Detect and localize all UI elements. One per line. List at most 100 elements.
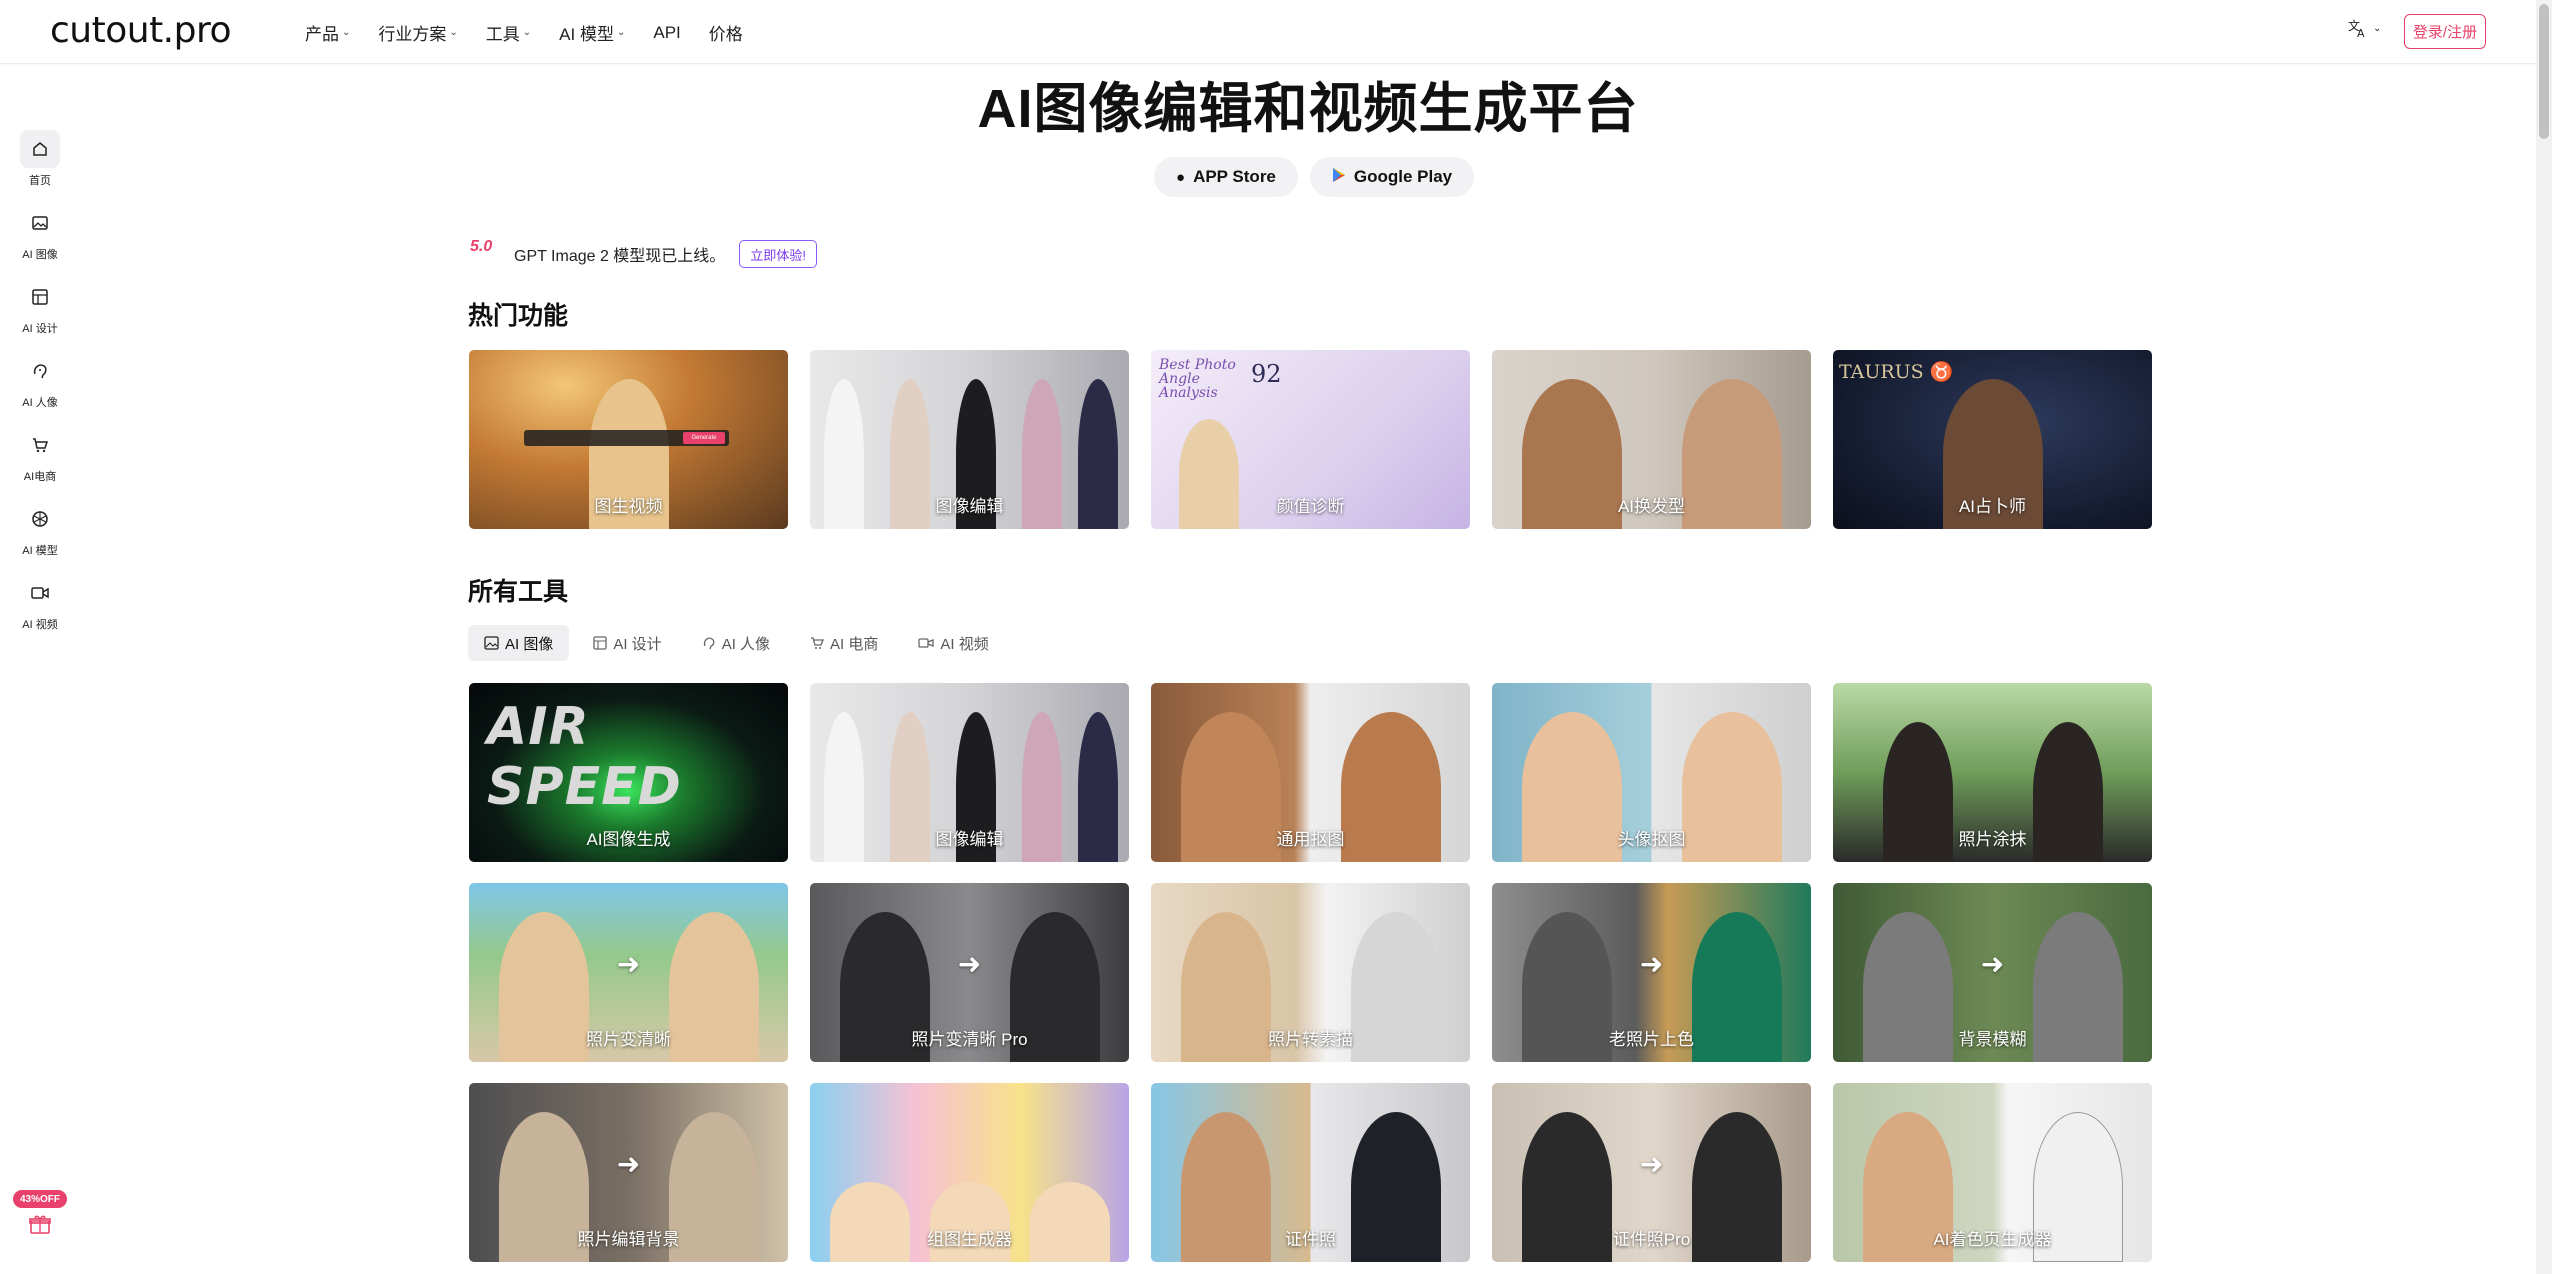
tab-label: AI 设计 — [613, 635, 662, 653]
video-icon — [918, 636, 935, 650]
try-now-button[interactable]: 立即体验! — [739, 240, 817, 268]
tab-ai-image[interactable]: AI 图像 — [468, 625, 570, 661]
tool-card-image-set-generator[interactable]: 组图生成器 — [810, 1083, 1129, 1262]
nav-item-ai-models[interactable]: AI 模型 ⌄ — [559, 20, 625, 45]
card-label: 组图生成器 — [927, 1230, 1012, 1249]
google-play-button[interactable]: Google Play — [1309, 157, 1475, 197]
tool-card-id-photo-pro[interactable]: ➜ 证件照Pro — [1492, 1083, 1811, 1262]
tool-card-ai-image-generation[interactable]: AIR SPEED AI图像生成 — [469, 683, 788, 862]
chevron-down-icon: ⌄ — [616, 27, 626, 38]
nav-item-pricing[interactable]: 价格 — [709, 20, 743, 45]
arrow-icon: ➜ — [616, 948, 641, 980]
tab-ai-video[interactable]: AI 视频 — [902, 625, 1004, 661]
feature-card-image-to-video[interactable]: Generate 图生视频 — [469, 350, 788, 529]
card-label: 证件照Pro — [1612, 1230, 1691, 1249]
card-label: 照片变清晰 — [586, 1030, 671, 1049]
chevron-down-icon: ⌄ — [342, 27, 351, 38]
chevron-down-icon: ⌄ — [449, 27, 458, 38]
nav-item-label: AI 模型 — [559, 25, 614, 44]
feature-card-hairstyle[interactable]: AI换发型 — [1492, 350, 1811, 529]
tool-card-photo-enhancer[interactable]: ➜ 照片变清晰 — [469, 883, 788, 1062]
hot-features-row: Generate 图生视频 图像编辑 Best Photo Angle Anal… — [469, 350, 2152, 529]
tool-card-change-background[interactable]: ➜ 照片编辑背景 — [469, 1083, 788, 1262]
generate-button: Generate — [683, 432, 725, 444]
tab-ai-design[interactable]: AI 设计 — [577, 625, 677, 661]
tool-card-coloring-page-generator[interactable]: AI着色页生成器 — [1833, 1083, 2152, 1262]
sidebar-item-label: AI 人像 — [22, 397, 58, 409]
tools-row-2: ➜ 照片变清晰 ➜ 照片变清晰 Pro 照片转素描 ➜ 老照片上色 ➜ 背景模糊 — [469, 883, 2152, 1062]
card-label: 图像编辑 — [935, 830, 1004, 849]
arrow-icon: ➜ — [957, 948, 982, 980]
tool-card-photo-enhancer-pro[interactable]: ➜ 照片变清晰 Pro — [810, 883, 1129, 1062]
arrow-icon: ➜ — [1639, 1148, 1664, 1180]
tool-card-background-remover[interactable]: 通用抠图 — [1151, 683, 1470, 862]
cart-icon — [20, 426, 60, 464]
sidebar-item-ai-model[interactable]: AI 模型 — [0, 500, 80, 558]
tool-card-photo-to-sketch[interactable]: 照片转素描 — [1151, 883, 1470, 1062]
feature-card-fortune-teller[interactable]: TAURUS ♉ AI占卜师 — [1833, 350, 2152, 529]
card-overlay-title: Best Photo Angle Analysis — [1159, 357, 1236, 401]
sidebar-item-ai-video[interactable]: AI 视频 — [0, 574, 80, 632]
layout-icon — [593, 636, 607, 650]
tool-card-portrait-cutout[interactable]: 头像抠图 — [1492, 683, 1811, 862]
card-label: 证件照 — [1285, 1230, 1336, 1249]
feature-card-beauty-diagnosis[interactable]: Best Photo Angle Analysis 92 颜值诊断 — [1151, 350, 1470, 529]
card-label: 照片涂抹 — [1958, 830, 2027, 849]
gift-icon[interactable] — [28, 1212, 52, 1241]
tool-card-background-blur[interactable]: ➜ 背景模糊 — [1833, 883, 2152, 1062]
nav-item-label: 价格 — [708, 25, 743, 44]
card-label: 头像抠图 — [1617, 830, 1686, 849]
card-label: 背景模糊 — [1958, 1030, 2027, 1049]
card-label: 照片编辑背景 — [577, 1230, 680, 1249]
login-register-button[interactable]: 登录/注册 — [2404, 14, 2486, 49]
tab-label: AI 图像 — [505, 635, 554, 653]
all-tools-title: 所有工具 — [468, 578, 569, 606]
site-logo[interactable]: cutout.pro — [50, 10, 232, 51]
sidebar-item-label: AI电商 — [23, 471, 57, 483]
app-store-button[interactable]: ● APP Store — [1154, 157, 1298, 197]
tool-card-image-edit[interactable]: 图像编辑 — [810, 683, 1129, 862]
tab-label: AI 人像 — [721, 635, 771, 653]
sidebar-item-ai-portrait[interactable]: AI 人像 — [0, 352, 80, 410]
sidebar-item-label: 首页 — [29, 175, 51, 187]
layout-icon — [20, 278, 60, 316]
arrow-icon: ➜ — [616, 1148, 641, 1180]
card-label: AI图像生成 — [586, 830, 671, 849]
svg-text:A: A — [2357, 27, 2365, 38]
nav-item-label: 工具 — [485, 25, 520, 44]
feature-card-image-edit[interactable]: 图像编辑 — [810, 350, 1129, 529]
hot-features-title: 热门功能 — [468, 302, 569, 330]
sidebar-item-ai-design[interactable]: AI 设计 — [0, 278, 80, 336]
tool-card-id-photo[interactable]: 证件照 — [1151, 1083, 1470, 1262]
announcement-text: GPT Image 2 模型现已上线。 — [514, 248, 726, 265]
nav-item-api[interactable]: API — [653, 20, 680, 45]
nav-item-industry[interactable]: 行业方案 ⌄ — [378, 20, 457, 45]
page-scrollbar[interactable] — [2536, 0, 2552, 1274]
discount-badge[interactable]: 43%OFF — [13, 1190, 67, 1208]
language-switcher[interactable]: 文A ⌄ — [2348, 18, 2381, 38]
google-play-label: Google Play — [1353, 167, 1453, 186]
sidebar-item-ai-image[interactable]: AI 图像 — [0, 204, 80, 262]
tool-card-photo-eraser[interactable]: 照片涂抹 — [1833, 683, 2152, 862]
image-icon — [20, 204, 60, 242]
card-label: 图生视频 — [594, 497, 663, 516]
tab-ai-portrait[interactable]: AI 人像 — [686, 625, 786, 661]
tool-card-colorize-old-photo[interactable]: ➜ 老照片上色 — [1492, 883, 1811, 1062]
card-label: 照片转素描 — [1268, 1030, 1353, 1049]
page-title: AI图像编辑和视频生成平台 — [977, 79, 1639, 139]
sidebar-item-ai-ecommerce[interactable]: AI电商 — [0, 426, 80, 484]
nav-item-label: 产品 — [305, 25, 339, 44]
card-subject — [930, 1182, 1010, 1262]
arrow-icon: ➜ — [1639, 948, 1664, 980]
face-icon — [702, 636, 716, 650]
card-subject — [830, 1182, 910, 1262]
tab-ai-ecommerce[interactable]: AI 电商 — [794, 625, 894, 661]
card-label: AI占卜师 — [1958, 497, 2027, 516]
main-nav: 产品 ⌄ 行业方案 ⌄ 工具 ⌄ AI 模型 ⌄ API 价格 — [305, 20, 771, 45]
announcement-logo: 5.0 — [470, 238, 493, 255]
card-label: 老照片上色 — [1609, 1030, 1694, 1049]
tab-label: AI 视频 — [940, 635, 989, 653]
card-subject — [1030, 1182, 1110, 1262]
nav-item-tools[interactable]: 工具 ⌄ — [486, 20, 531, 45]
nav-item-products[interactable]: 产品 ⌄ — [305, 20, 350, 45]
